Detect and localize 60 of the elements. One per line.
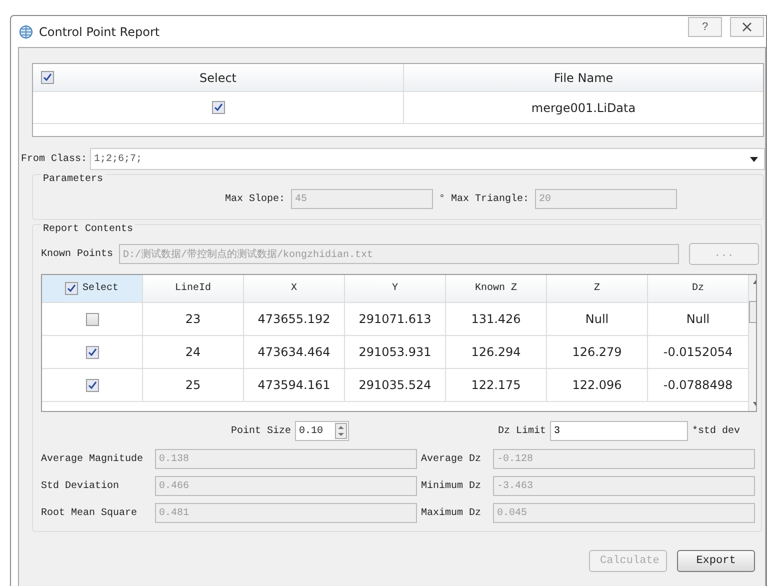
- field-label: Known Points: [41, 248, 114, 260]
- field-label: From Class:: [21, 154, 88, 164]
- table-cell: -0.0788498: [663, 378, 733, 392]
- field-label: Minimum Dz: [421, 480, 482, 492]
- table-cell: 473655.192: [258, 312, 330, 326]
- spin-arrows-icon[interactable]: [335, 423, 348, 439]
- table-cell: Null: [686, 312, 710, 326]
- row-checkbox[interactable]: [212, 101, 224, 114]
- point-size-spinbox[interactable]: 0.10: [295, 421, 350, 441]
- table-cell: merge001.LiData: [531, 100, 636, 114]
- field-label: Maximum Dz: [421, 508, 482, 518]
- class-dropdown[interactable]: 1;2;6;7;: [90, 148, 765, 170]
- field-label: Point Size: [231, 426, 292, 436]
- table-cell: 24: [185, 345, 201, 359]
- column-header: X: [290, 283, 297, 294]
- select-all-checkbox[interactable]: [65, 282, 78, 295]
- field-label: Average Magnitude: [41, 454, 144, 464]
- table-cell: 473594.161: [258, 378, 330, 392]
- column-header: File Name: [554, 70, 614, 84]
- column-header: Z: [594, 283, 600, 294]
- table-cell: -0.0152054: [663, 345, 733, 359]
- field-label: Max Slope:: [225, 194, 286, 204]
- select-all-checkbox[interactable]: [41, 71, 54, 84]
- field-label: Root Mean Square: [41, 508, 138, 518]
- close-icon: [742, 22, 752, 32]
- row-checkbox[interactable]: [86, 378, 98, 392]
- table-cell: 126.279: [572, 345, 622, 359]
- column-header: Dz: [692, 283, 704, 294]
- table-cell: 25: [185, 378, 201, 392]
- table-cell: 291053.931: [358, 345, 432, 359]
- column-header: Select: [82, 283, 118, 294]
- field-label: Dz Limit: [498, 426, 546, 436]
- table-cell: 291071.613: [358, 312, 432, 326]
- table-cell: Null: [585, 312, 609, 326]
- table-cell: 122.175: [471, 378, 521, 392]
- column-header: Y: [392, 283, 398, 294]
- window-title: Control Point Report: [39, 24, 161, 38]
- unit-label: *std dev: [692, 426, 740, 436]
- help-button[interactable]: ?: [688, 16, 722, 36]
- group-title: Report Contents: [41, 224, 136, 235]
- field-label: Std Deviation: [41, 480, 120, 492]
- table-cell: 126.294: [471, 345, 521, 359]
- close-button[interactable]: [730, 16, 764, 36]
- table-cell: 122.096: [572, 378, 622, 392]
- table-cell: 23: [185, 312, 201, 326]
- field-label: Max Triangle:: [451, 194, 530, 204]
- degree-label: °: [439, 194, 446, 204]
- action-button[interactable]: Export: [677, 550, 755, 572]
- row-checkbox[interactable]: [86, 312, 98, 326]
- column-header: Known Z: [474, 283, 517, 294]
- column-header: Select: [199, 70, 237, 84]
- field-label: Average Dz: [421, 454, 482, 464]
- table-cell: 131.426: [471, 312, 521, 326]
- caret-icon: [750, 156, 758, 162]
- table-cell: 291035.524: [358, 378, 432, 392]
- globe-icon: [19, 24, 33, 38]
- dz-limit-field[interactable]: 3: [550, 421, 688, 441]
- row-checkbox[interactable]: [86, 346, 98, 358]
- table-cell: 473634.464: [258, 345, 330, 359]
- column-header: LineId: [174, 283, 211, 294]
